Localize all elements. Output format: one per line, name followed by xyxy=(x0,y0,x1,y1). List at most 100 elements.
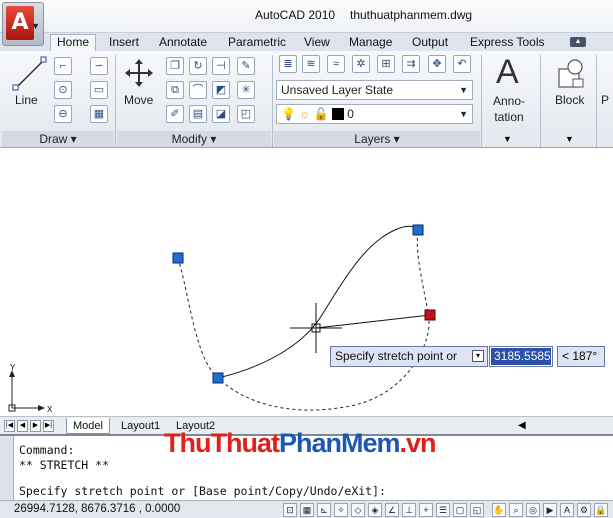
3d-osnap-icon[interactable]: ◈ xyxy=(368,503,382,517)
lock-icon[interactable]: 🔒 xyxy=(594,503,608,517)
annotation-button-label[interactable]: Anno- tation xyxy=(484,93,534,125)
chevron-down-icon[interactable]: ▼ xyxy=(565,134,574,144)
hot-grip[interactable] xyxy=(424,309,436,321)
model-space-icon[interactable]: ◱ xyxy=(470,503,484,517)
block-button-label[interactable]: Block xyxy=(555,93,584,107)
tab-layout1[interactable]: Layout1 xyxy=(115,418,166,434)
tab-insert[interactable]: Insert xyxy=(109,35,139,49)
tab-parametric[interactable]: Parametric xyxy=(228,35,286,49)
polar-icon[interactable]: ✧ xyxy=(334,503,348,517)
layer-off-icon[interactable]: ≈ xyxy=(327,55,345,73)
array-icon[interactable]: ▤ xyxy=(189,105,207,123)
tab-view[interactable]: View xyxy=(304,35,330,49)
tab-manage[interactable]: Manage xyxy=(349,35,392,49)
command-prompt[interactable]: Specify stretch point or [Base point/Cop… xyxy=(19,484,386,498)
application-menu-button[interactable]: A ▼ xyxy=(2,2,44,46)
otrack-icon[interactable]: ∠ xyxy=(385,503,399,517)
grid-icon[interactable]: ▦ xyxy=(300,503,314,517)
hatch-icon[interactable]: ▦ xyxy=(90,105,108,123)
move-button-label[interactable]: Move xyxy=(124,93,153,107)
layer-state-dropdown[interactable]: Unsaved Layer State ▼ xyxy=(276,80,473,100)
drawing-geometry: Y X xyxy=(8,224,436,414)
quick-properties-icon[interactable]: ▢ xyxy=(453,503,467,517)
tab-annotate[interactable]: Annotate xyxy=(159,35,207,49)
draw-panel-title[interactable]: Draw ▾ xyxy=(2,131,114,147)
erase-icon[interactable]: ✎ xyxy=(237,57,255,75)
dynamic-input-angle-field[interactable]: < 187° xyxy=(557,346,605,367)
trim-icon[interactable]: ⊣ xyxy=(212,57,230,75)
rectangle-icon[interactable]: ▭ xyxy=(90,81,108,99)
zoom-icon[interactable]: ⌕ xyxy=(509,503,523,517)
watermark-part: Mem xyxy=(341,428,401,458)
ucs-x-label: X xyxy=(47,405,53,414)
move-tool-icon[interactable] xyxy=(124,58,154,88)
panel-divider xyxy=(596,55,597,147)
line-button-label[interactable]: Line xyxy=(15,93,38,107)
stretch-icon[interactable]: ◩ xyxy=(212,81,230,99)
spline-icon[interactable]: ∽ xyxy=(90,57,108,75)
explode-icon[interactable]: ✳ xyxy=(237,81,255,99)
options-dropdown-icon[interactable]: ▾ xyxy=(472,350,484,362)
grip-end[interactable] xyxy=(412,224,424,236)
layer-dropdown[interactable]: 💡 ☼ 🔓 0 ▼ xyxy=(276,104,473,124)
layer-walk-icon[interactable]: ✥ xyxy=(428,55,446,73)
fillet-icon[interactable]: ⌒ xyxy=(189,81,207,99)
snap-icon[interactable]: ⊡ xyxy=(283,503,297,517)
layer-previous-icon[interactable]: ↶ xyxy=(453,55,471,73)
prev-layout-icon[interactable]: ◀ xyxy=(17,420,28,432)
coordinates-readout[interactable]: 26994.7128, 8676.3716 , 0.0000 xyxy=(14,503,180,515)
line-tool-icon[interactable] xyxy=(12,56,48,92)
dynamic-input-value-field[interactable]: 3185.5585 xyxy=(489,346,553,367)
tab-express-tools[interactable]: Express Tools xyxy=(470,35,544,49)
scale-icon[interactable]: ◰ xyxy=(237,105,255,123)
last-layout-icon[interactable]: ▶| xyxy=(43,420,54,432)
layer-freeze-icon[interactable]: ✲ xyxy=(352,55,370,73)
chevron-down-icon[interactable]: ▼ xyxy=(503,134,512,144)
ellipse-icon[interactable]: ⊖ xyxy=(54,105,72,123)
showmotion-icon[interactable]: ▶ xyxy=(543,503,557,517)
mirror-icon[interactable]: ⧉ xyxy=(166,81,184,99)
copy-icon[interactable]: ❐ xyxy=(166,57,184,75)
circle-icon[interactable]: ⊙ xyxy=(54,81,72,99)
scroll-left-icon[interactable]: ◀ xyxy=(518,420,526,431)
grip-start[interactable] xyxy=(172,252,184,264)
layer-isolate-icon[interactable]: ≋ xyxy=(302,55,320,73)
layer-lock-icon[interactable]: ⊞ xyxy=(377,55,395,73)
annotation-icon[interactable]: A xyxy=(496,53,519,92)
block-icon[interactable] xyxy=(555,57,587,91)
steering-wheel-icon[interactable]: ◎ xyxy=(526,503,540,517)
lineweight-icon[interactable]: ☰ xyxy=(436,503,450,517)
offset-icon[interactable]: ◪ xyxy=(212,105,230,123)
layer-match-icon[interactable]: ⇉ xyxy=(402,55,420,73)
dyn-icon[interactable]: + xyxy=(419,503,433,517)
horizontal-scrollbar[interactable]: ◀ xyxy=(518,420,610,432)
ortho-icon[interactable]: ⊾ xyxy=(317,503,331,517)
workspace-icon[interactable]: ⚙ xyxy=(577,503,591,517)
pan-icon[interactable]: ✋ xyxy=(492,503,506,517)
ribbon-minimize-icon[interactable]: ▲ xyxy=(570,37,586,47)
tab-model[interactable]: Model xyxy=(66,418,110,434)
panel-divider xyxy=(540,55,541,147)
rotate-icon[interactable]: ↻ xyxy=(189,57,207,75)
osnap-icon[interactable]: ◇ xyxy=(351,503,365,517)
command-window-grip[interactable] xyxy=(0,436,14,500)
modify-panel-title[interactable]: Modify ▾ xyxy=(117,131,271,147)
unlock-icon: 🔓 xyxy=(313,107,329,121)
tab-home[interactable]: Home xyxy=(50,34,97,51)
annotation-scale-icon[interactable]: A xyxy=(560,503,574,517)
chevron-down-icon: ▼ xyxy=(459,85,468,95)
layer-properties-icon[interactable]: ≣ xyxy=(279,55,297,73)
drawing-canvas[interactable]: Y X xyxy=(0,148,613,416)
grip-mid[interactable] xyxy=(212,372,224,384)
first-layout-icon[interactable]: |◀ xyxy=(4,420,15,432)
layers-panel-title[interactable]: Layers ▾ xyxy=(274,131,480,147)
dynamic-input-prompt: Specify stretch point or ▾ xyxy=(330,346,488,367)
next-layout-icon[interactable]: ▶ xyxy=(30,420,41,432)
ducs-icon[interactable]: ⊥ xyxy=(402,503,416,517)
match-properties-icon[interactable]: ✐ xyxy=(166,105,184,123)
chevron-down-icon: ▼ xyxy=(459,109,468,119)
watermark-logo: ThuThuatPhanMem.vn xyxy=(164,428,437,459)
tab-output[interactable]: Output xyxy=(412,35,448,49)
properties-panel-clipped[interactable]: P xyxy=(601,93,609,107)
polyline-icon[interactable]: ⌐ xyxy=(54,57,72,75)
